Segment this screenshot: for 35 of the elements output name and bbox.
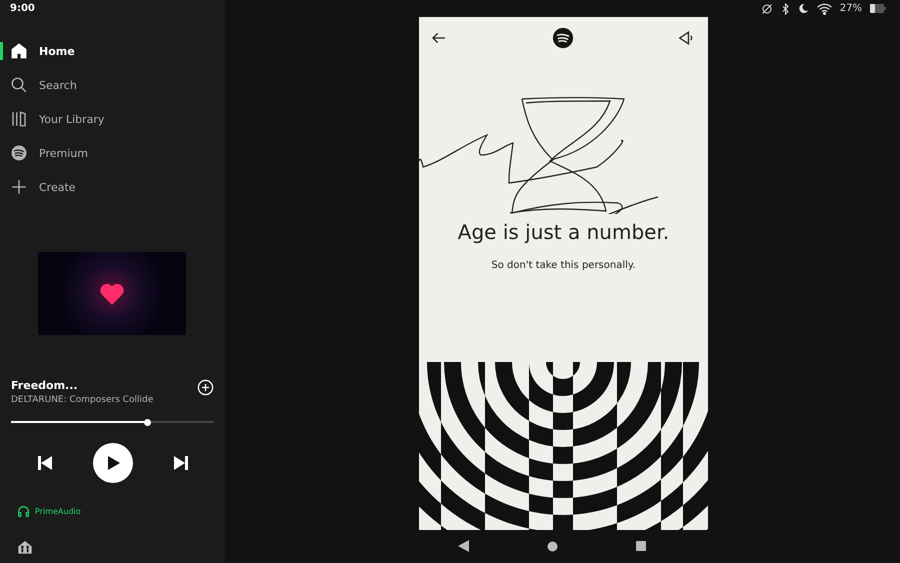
plus-icon xyxy=(10,178,28,196)
play-icon xyxy=(107,456,121,470)
battery-percentage: 27% xyxy=(840,3,862,14)
library-icon xyxy=(10,110,28,128)
back-button[interactable] xyxy=(431,30,447,46)
moon-icon xyxy=(798,3,809,14)
track-title: Freedom... xyxy=(11,379,79,392)
sidebar-item[interactable]: Your Library xyxy=(0,102,225,136)
logo-icon xyxy=(552,27,574,49)
sidebar-item[interactable]: Create xyxy=(0,170,225,204)
device-indicator[interactable]: PrimeAudio xyxy=(17,505,225,518)
no-sim-icon xyxy=(760,2,773,14)
story-subtext: So don't take this personally. xyxy=(490,260,637,271)
status-time: 9:00 xyxy=(9,2,36,16)
heart-icon xyxy=(99,282,125,306)
recents-nav-button[interactable] xyxy=(636,541,646,551)
logo-icon xyxy=(10,144,28,162)
battery-icon xyxy=(870,4,886,13)
sidebar-item[interactable]: Search xyxy=(0,68,225,102)
sidebar-item[interactable]: Premium xyxy=(0,136,225,170)
previous-button[interactable] xyxy=(36,455,52,471)
wifi-icon xyxy=(816,2,832,14)
story-heading: Age is just a number. xyxy=(456,220,670,244)
track-artist: DELTARUNE: Composers Collide xyxy=(11,395,154,405)
home-nav-button[interactable] xyxy=(546,540,558,552)
search-icon xyxy=(10,76,28,94)
home-icon xyxy=(10,42,28,60)
headphones-icon xyxy=(17,505,30,518)
play-button[interactable] xyxy=(92,443,132,483)
next-button[interactable] xyxy=(172,455,188,471)
add-button[interactable] xyxy=(197,379,214,396)
back-nav-button[interactable] xyxy=(458,540,468,552)
bluetooth-icon xyxy=(780,2,790,14)
progress-thumb[interactable] xyxy=(144,418,150,426)
sidebar-item[interactable]: Home xyxy=(0,34,225,68)
